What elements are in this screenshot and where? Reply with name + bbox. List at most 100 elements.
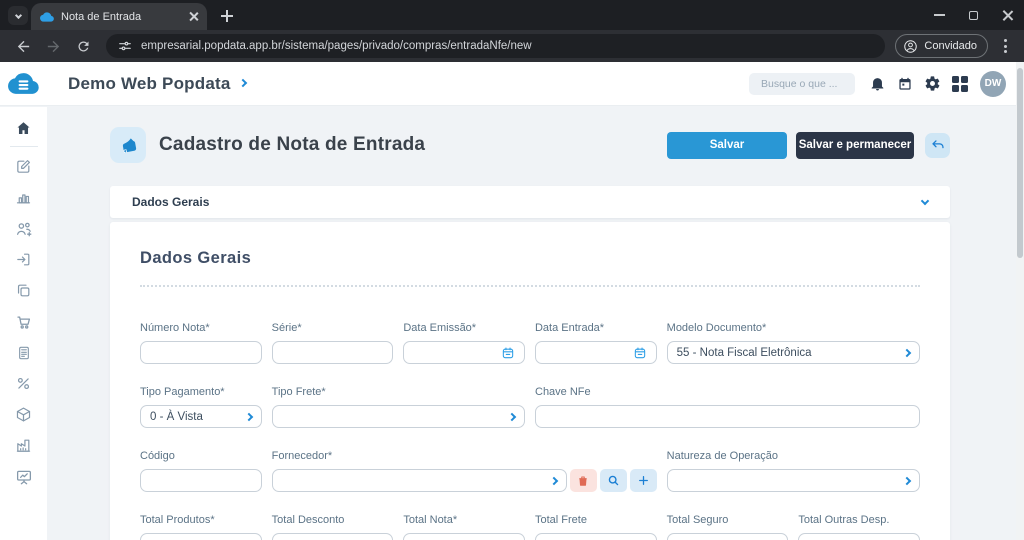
sidebar-item-dashboard[interactable] <box>0 461 47 492</box>
sidebar-item-products[interactable] <box>0 399 47 430</box>
total-produtos-input[interactable] <box>140 533 262 540</box>
app-logo[interactable] <box>0 68 47 99</box>
sidebar-item-billing[interactable] <box>0 337 47 368</box>
serie-input[interactable] <box>271 341 394 364</box>
fornecedor-search-button[interactable] <box>599 469 627 492</box>
tab-favicon-cloud-icon <box>40 11 54 22</box>
field-total-seguro: Total Seguro <box>666 514 789 540</box>
field-label: Total Desconto <box>271 514 345 526</box>
cloud-logo-icon <box>8 73 39 94</box>
form-row-2: Tipo Pagamento* 0 - À Vista Tipo Frete* … <box>140 386 920 428</box>
page-scrollbar[interactable] <box>1016 62 1024 540</box>
field-label: Natureza de Operação <box>666 450 778 462</box>
browser-menu-button[interactable] <box>996 34 1014 58</box>
sidebar-item-documents[interactable] <box>0 275 47 306</box>
title-chevron-icon[interactable] <box>238 78 247 88</box>
notifications-bell-icon[interactable] <box>869 75 886 92</box>
tab-close-icon[interactable] <box>189 12 198 21</box>
person-icon <box>904 39 918 53</box>
select-value: 0 - À Vista <box>150 410 203 423</box>
save-and-stay-button[interactable]: Salvar e permanecer <box>796 131 914 159</box>
shopping-cart-icon <box>16 315 30 329</box>
dados-gerais-card: Dados Gerais Número Nota* Série* Data Em… <box>110 222 950 540</box>
field-label: Total Seguro <box>666 514 729 526</box>
browser-tab[interactable]: Nota de Entrada <box>31 3 207 30</box>
chevron-right-icon <box>902 348 912 357</box>
close-button[interactable] <box>990 0 1024 30</box>
calendar-icon[interactable] <box>897 76 913 92</box>
field-fornecedor: Fornecedor* <box>271 450 657 492</box>
sidebar-item-reports[interactable] <box>0 182 47 213</box>
forward-button[interactable] <box>40 33 66 59</box>
global-search-input[interactable] <box>749 72 855 95</box>
tab-title: Nota de Entrada <box>61 10 142 23</box>
dotted-divider <box>140 285 920 287</box>
go-back-button[interactable] <box>925 132 950 158</box>
scrollbar-thumb[interactable] <box>1017 68 1023 258</box>
fornecedor-add-button[interactable] <box>629 469 657 492</box>
nav-sidebar <box>0 107 47 540</box>
field-codigo: Código <box>140 450 262 492</box>
save-button[interactable]: Salvar <box>667 131 787 159</box>
total-nota-input[interactable] <box>403 533 525 540</box>
sidebar-item-entry[interactable] <box>0 244 47 275</box>
settings-gear-icon[interactable] <box>924 75 941 92</box>
field-chave-nfe: Chave NFe <box>535 386 920 428</box>
field-data-emissao: Data Emissão* <box>403 322 525 364</box>
field-natureza-operacao: Natureza de Operação <box>666 450 920 492</box>
data-entrada-input[interactable] <box>534 341 657 364</box>
natureza-operacao-select[interactable] <box>666 469 920 492</box>
url-bar[interactable]: empresarial.popdata.app.br/sistema/pages… <box>106 34 886 58</box>
users-add-icon <box>16 222 31 236</box>
back-button[interactable] <box>10 33 36 59</box>
modelo-documento-select[interactable]: 55 - Nota Fiscal Eletrônica <box>666 341 920 364</box>
browser-window: Nota de Entrada empresarial.popdata.app.… <box>0 0 1024 540</box>
field-label: Tipo Frete* <box>271 386 326 398</box>
total-frete-input[interactable] <box>534 533 657 540</box>
chave-nfe-input[interactable] <box>535 405 920 428</box>
field-label: Total Frete <box>534 514 587 526</box>
field-data-entrada: Data Entrada* <box>534 322 657 364</box>
new-tab-button[interactable] <box>218 7 236 25</box>
maximize-button[interactable] <box>956 0 990 30</box>
home-icon <box>17 122 30 135</box>
calculator-icon <box>18 346 29 359</box>
total-desconto-input[interactable] <box>271 533 394 540</box>
sidebar-item-users[interactable] <box>0 213 47 244</box>
sidebar-item-home[interactable] <box>0 113 47 144</box>
company-title[interactable]: Demo Web Popdata <box>68 74 231 94</box>
tab-search-button[interactable] <box>8 6 28 25</box>
codigo-input[interactable] <box>140 469 262 492</box>
calendar-icon <box>634 347 645 358</box>
apps-grid-icon[interactable] <box>952 75 968 92</box>
reload-button[interactable] <box>70 33 96 59</box>
field-label: Série* <box>271 322 302 334</box>
tipo-pagamento-select[interactable]: 0 - À Vista <box>140 405 262 428</box>
fornecedor-select[interactable] <box>271 469 567 492</box>
sidebar-item-purchases[interactable] <box>0 306 47 337</box>
minimize-button[interactable] <box>922 0 956 30</box>
browser-toolbar: empresarial.popdata.app.br/sistema/pages… <box>0 30 1024 62</box>
sidebar-item-production[interactable] <box>0 430 47 461</box>
sidebar-item-edit[interactable] <box>0 151 47 182</box>
chevron-right-icon <box>549 476 558 485</box>
field-total-produtos: Total Produtos* <box>140 514 262 540</box>
numero-nota-input[interactable] <box>140 341 262 364</box>
card-heading: Dados Gerais <box>140 249 252 267</box>
section-accordion-dados-gerais[interactable]: Dados Gerais <box>110 186 950 218</box>
reload-icon <box>77 40 88 51</box>
percent-icon <box>17 377 30 390</box>
data-emissao-input[interactable] <box>403 341 525 364</box>
tipo-frete-select[interactable] <box>271 405 525 428</box>
close-icon <box>1002 10 1013 21</box>
field-label: Fornecedor* <box>271 450 333 462</box>
fornecedor-clear-button[interactable] <box>569 469 597 492</box>
user-avatar[interactable]: DW <box>980 70 1006 97</box>
browser-tab-strip: Nota de Entrada <box>0 0 1024 30</box>
arrow-right-icon <box>47 40 59 52</box>
total-outras-desp-input[interactable] <box>798 533 920 540</box>
plus-icon <box>638 476 648 485</box>
guest-profile-button[interactable]: Convidado <box>895 34 988 58</box>
sidebar-item-taxes[interactable] <box>0 368 47 399</box>
total-seguro-input[interactable] <box>666 533 789 540</box>
